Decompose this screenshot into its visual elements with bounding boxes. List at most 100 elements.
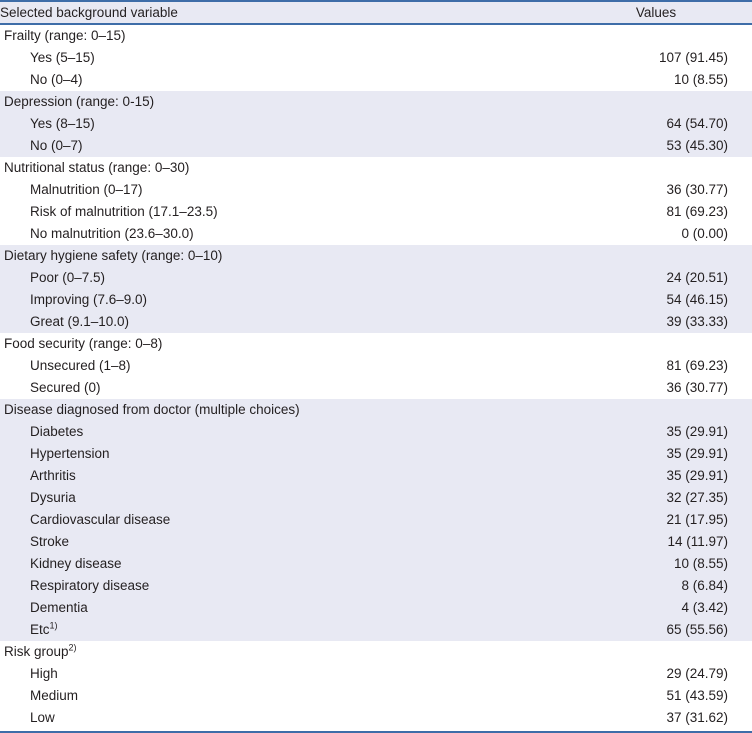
row-value-unsecured-1-8: 81 (69.23) (666, 358, 728, 373)
row-value-yes-8-15: 64 (54.70) (666, 116, 728, 131)
group-label-food-security-range-0-8: Food security (range: 0–8) (4, 336, 163, 351)
row-value-low: 37 (31.62) (666, 710, 728, 725)
row-value-great-9-1-10-0: 39 (33.33) (666, 314, 728, 329)
row-value-cardiovascular-disease: 21 (17.95) (666, 512, 728, 527)
group-label-nutritional-status-range-0-30: Nutritional status (range: 0–30) (4, 160, 190, 175)
group-label-disease-diagnosed-from-doctor-multiple-choices: Disease diagnosed from doctor (multiple … (4, 402, 300, 417)
table-row: Unsecured (1–8) 81 (69.23) (0, 355, 752, 377)
table-row: Risk group2) (0, 641, 752, 663)
row-value-dementia: 4 (3.42) (681, 600, 728, 615)
table-row: Yes (5–15) 107 (91.45) (0, 47, 752, 69)
table-row: Etc1) 65 (55.56) (0, 619, 752, 641)
row-label-low: Low (30, 710, 55, 725)
table-row: Improving (7.6–9.0) 54 (46.15) (0, 289, 752, 311)
row-label-cardiovascular-disease: Cardiovascular disease (30, 512, 171, 527)
table-row: Respiratory disease 8 (6.84) (0, 575, 752, 597)
group-value-empty (560, 641, 752, 663)
group-value-empty (560, 24, 752, 47)
table-row: Nutritional status (range: 0–30) (0, 157, 752, 179)
table-row: No (0–7) 53 (45.30) (0, 135, 752, 157)
row-label-poor-0-7-5: Poor (0–7.5) (30, 270, 106, 285)
group-label-risk-group: Risk group2) (4, 642, 77, 659)
row-value-kidney-disease: 10 (8.55) (673, 556, 728, 571)
row-value-diabetes: 35 (29.91) (666, 424, 728, 439)
row-label-diabetes: Diabetes (30, 424, 84, 439)
row-label-medium: Medium (30, 688, 79, 703)
footnote-marker: 1) (49, 620, 58, 631)
column-header-values: Values (560, 0, 752, 25)
row-value-no-malnutrition-23-6-30-0: 0 (0.00) (681, 226, 728, 241)
row-label-kidney-disease: Kidney disease (30, 556, 122, 571)
table-row: High 29 (24.79) (0, 663, 752, 685)
table-body: Frailty (range: 0–15) Yes (5–15) 107 (91.4… (0, 24, 752, 729)
row-value-malnutrition-0-17: 36 (30.77) (666, 182, 728, 197)
group-value-empty (560, 245, 752, 267)
row-value-etc: 65 (55.56) (666, 622, 728, 637)
row-value-no-0-4: 10 (8.55) (673, 72, 728, 87)
row-label-arthritis: Arthritis (30, 468, 76, 483)
row-value-medium: 51 (43.59) (666, 688, 728, 703)
row-value-risk-of-malnutrition-17-1-23-5: 81 (69.23) (666, 204, 728, 219)
table-row: Frailty (range: 0–15) (0, 24, 752, 47)
row-label-risk-of-malnutrition-17-1-23-5: Risk of malnutrition (17.1–23.5) (30, 204, 218, 219)
footnote-marker: 2) (68, 642, 77, 653)
table-row: Dietary hygiene safety (range: 0–10) (0, 245, 752, 267)
row-value-dysuria: 32 (27.35) (666, 490, 728, 505)
table-row: Food security (range: 0–8) (0, 333, 752, 355)
row-label-secured-0: Secured (0) (30, 380, 101, 395)
row-label-great-9-1-10-0: Great (9.1–10.0) (30, 314, 130, 329)
table-row: Secured (0) 36 (30.77) (0, 377, 752, 399)
group-value-empty (560, 399, 752, 421)
row-value-stroke: 14 (11.97) (667, 534, 728, 549)
table-row: Kidney disease 10 (8.55) (0, 553, 752, 575)
table-row: Hypertension 35 (29.91) (0, 443, 752, 465)
row-label-etc: Etc1) (30, 620, 58, 637)
table-row: Disease diagnosed from doctor (multiple … (0, 399, 752, 421)
row-label-dementia: Dementia (30, 600, 88, 615)
row-label-respiratory-disease: Respiratory disease (30, 578, 150, 593)
background-variable-table: Selected background variable Values Frai… (0, 0, 752, 729)
group-value-empty (560, 333, 752, 355)
background-variable-table-container: Selected background variable Values Frai… (0, 0, 752, 733)
row-value-no-0-7: 53 (45.30) (666, 138, 728, 153)
table-row: Depression (range: 0-15) (0, 91, 752, 113)
table-row: Great (9.1–10.0) 39 (33.33) (0, 311, 752, 333)
row-label-improving-7-6-9-0: Improving (7.6–9.0) (30, 292, 148, 307)
row-label-no-0-7: No (0–7) (30, 138, 83, 153)
row-label-dysuria: Dysuria (30, 490, 76, 505)
table-row: Stroke 14 (11.97) (0, 531, 752, 553)
row-label-stroke: Stroke (30, 534, 70, 549)
row-label-hypertension: Hypertension (30, 446, 110, 461)
row-label-yes-5-15: Yes (5–15) (30, 50, 95, 65)
table-row: Diabetes 35 (29.91) (0, 421, 752, 443)
row-label-high: High (30, 666, 58, 681)
table-row: Poor (0–7.5) 24 (20.51) (0, 267, 752, 289)
table-row: No malnutrition (23.6–30.0) 0 (0.00) (0, 223, 752, 245)
row-value-high: 29 (24.79) (666, 666, 728, 681)
group-value-empty (560, 157, 752, 179)
row-label-unsecured-1-8: Unsecured (1–8) (30, 358, 131, 373)
row-value-secured-0: 36 (30.77) (666, 380, 728, 395)
table-row: Low 37 (31.62) (0, 707, 752, 729)
table-row: Dementia 4 (3.42) (0, 597, 752, 619)
row-label-no-0-4: No (0–4) (30, 72, 83, 87)
row-label-yes-8-15: Yes (8–15) (30, 116, 95, 131)
table-row: Dysuria 32 (27.35) (0, 487, 752, 509)
table-row: Risk of malnutrition (17.1–23.5) 81 (69.2… (0, 201, 752, 223)
table-row: Yes (8–15) 64 (54.70) (0, 113, 752, 135)
row-value-improving-7-6-9-0: 54 (46.15) (666, 292, 728, 307)
table-row: Malnutrition (0–17) 36 (30.77) (0, 179, 752, 201)
table-header: Selected background variable Values (0, 0, 752, 25)
group-value-empty (560, 91, 752, 113)
row-value-poor-0-7-5: 24 (20.51) (666, 270, 728, 285)
row-value-respiratory-disease: 8 (6.84) (681, 578, 728, 593)
group-label-depression-range-0-15: Depression (range: 0-15) (4, 94, 155, 109)
row-label-no-malnutrition-23-6-30-0: No malnutrition (23.6–30.0) (30, 226, 194, 241)
column-header-selected-background-variable: Selected background variable (0, 0, 560, 25)
group-label-dietary-hygiene-safety-range-0-10: Dietary hygiene safety (range: 0–10) (4, 248, 223, 263)
table-row: Cardiovascular disease 21 (17.95) (0, 509, 752, 531)
row-value-yes-5-15: 107 (91.45) (658, 50, 728, 65)
row-value-arthritis: 35 (29.91) (666, 468, 728, 483)
table-header-row: Selected background variable Values (0, 0, 752, 25)
table-row: No (0–4) 10 (8.55) (0, 69, 752, 91)
